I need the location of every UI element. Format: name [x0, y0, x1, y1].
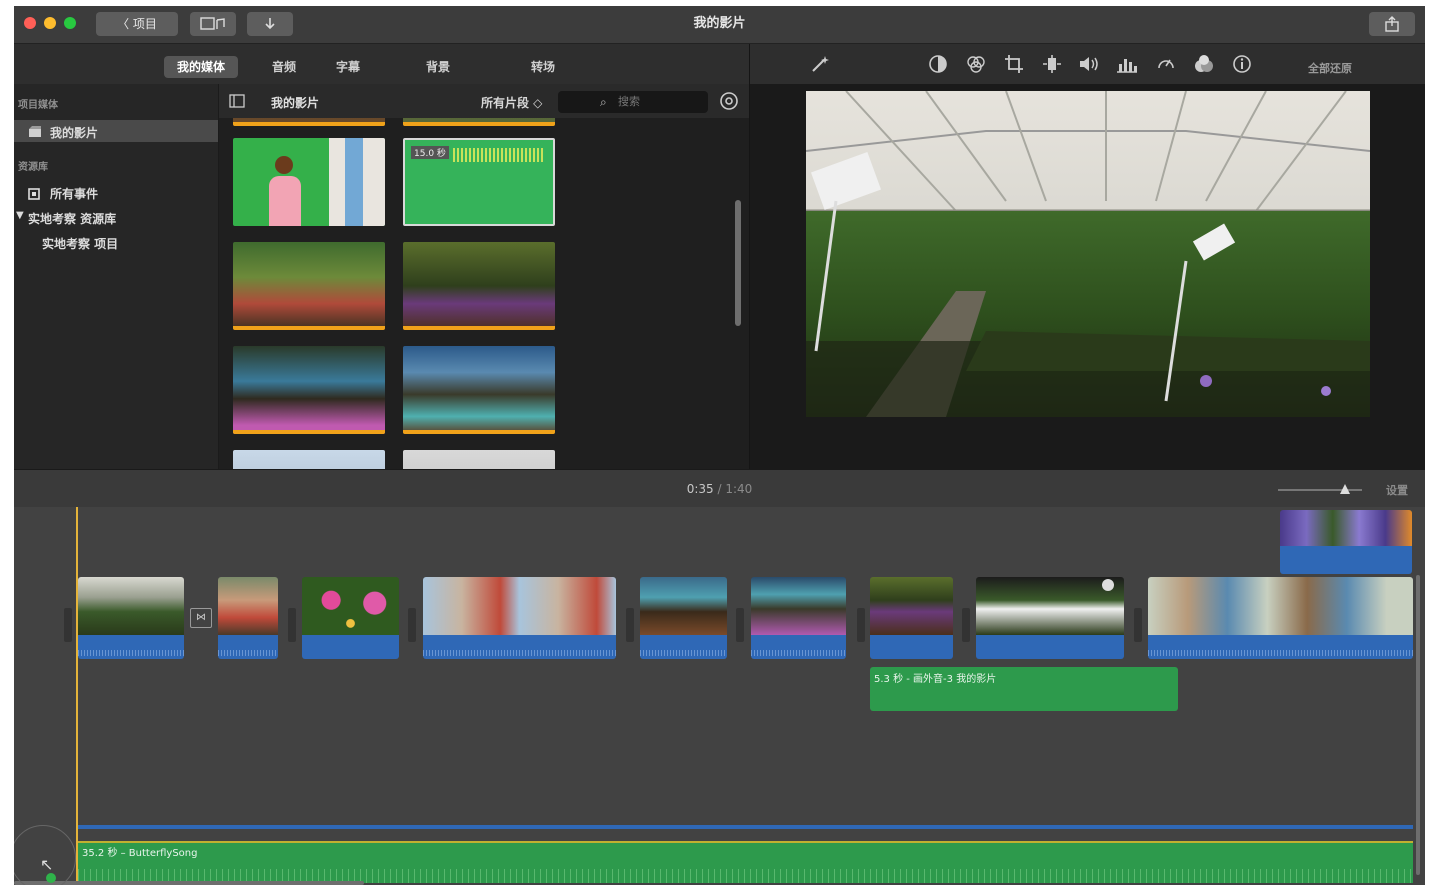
media-clip-planting[interactable]	[403, 242, 555, 330]
timeline-scrollbar[interactable]	[1416, 575, 1420, 875]
sidebar-toggle-icon[interactable]	[229, 94, 245, 108]
transition-marker[interactable]	[1134, 608, 1142, 642]
transition-marker[interactable]	[626, 608, 634, 642]
media-clip-thumbnail[interactable]	[403, 450, 555, 469]
media-clip-group[interactable]	[233, 242, 385, 330]
tab-audio[interactable]: 音频	[266, 56, 302, 78]
voiceover-audio-clip[interactable]: 5.3 秒 - 画外音-3 我的影片	[870, 667, 1178, 711]
add-badge-icon	[46, 873, 56, 883]
media-clip-thumbnail[interactable]	[233, 450, 385, 469]
music-track-line	[78, 825, 1413, 829]
media-clip-boots[interactable]	[403, 346, 555, 434]
timeline-clip[interactable]	[218, 577, 278, 659]
time-separator: /	[717, 482, 722, 496]
search-field[interactable]: ⌕ 搜索	[558, 91, 708, 113]
transition-marker[interactable]	[857, 608, 865, 642]
volume-icon[interactable]	[1078, 54, 1100, 74]
media-clip-green-screen[interactable]	[233, 138, 385, 226]
transition-icon[interactable]: ⋈	[190, 608, 212, 628]
clip-duration-badge: 15.0 秒	[411, 146, 449, 159]
background-music-clip[interactable]: 35.2 秒 – ButterflySong	[78, 841, 1413, 883]
viewer-frame-greenhouse	[806, 91, 1370, 417]
timeline-clip[interactable]	[640, 577, 727, 659]
project-media-header: 项目媒体	[18, 100, 58, 111]
imovie-window: 〈 项目 我的影片 我的媒体 音频 字幕 背景 转场 项目媒体 我的影片 资源库…	[14, 6, 1425, 885]
sidebar-item-my-movie[interactable]	[14, 120, 218, 142]
music-clip-label: 35.2 秒 – ButterflySong	[82, 848, 198, 859]
disclosure-triangle-icon[interactable]: ▼	[16, 210, 24, 221]
transition-marker[interactable]	[288, 608, 296, 642]
timecode: 0:35 / 1:40	[14, 482, 1425, 496]
search-icon: ⌕	[600, 95, 607, 109]
cursor-pointer-icon: ↖	[40, 855, 54, 874]
media-browser-title: 我的影片	[271, 96, 320, 110]
sidebar-item-all-events[interactable]: 所有事件	[50, 185, 98, 202]
tab-my-media[interactable]: 我的媒体	[164, 56, 238, 78]
color-correction-icon[interactable]	[966, 54, 986, 74]
timeline-cutaway-clip[interactable]	[1280, 510, 1412, 574]
equalizer-icon[interactable]	[1116, 54, 1138, 74]
total-time: 1:40	[725, 482, 753, 496]
timeline-clip[interactable]	[870, 577, 953, 659]
color-balance-icon[interactable]	[928, 54, 948, 74]
info-icon[interactable]	[1232, 54, 1252, 74]
tab-titles[interactable]: 字幕	[330, 56, 366, 78]
current-time: 0:35	[686, 482, 714, 496]
transition-marker[interactable]	[962, 608, 970, 642]
clip-filter-select[interactable]: 所有片段 ◇	[481, 94, 542, 111]
viewer	[750, 84, 1425, 469]
browser-tab-bar: 我的媒体 音频 字幕 背景 转场	[14, 44, 749, 84]
crop-icon[interactable]	[1004, 54, 1024, 74]
zoom-slider[interactable]	[1278, 484, 1362, 494]
search-placeholder: 搜索	[618, 95, 640, 108]
settings-gear-icon[interactable]	[719, 91, 739, 111]
media-browser: 15.0 秒	[219, 118, 749, 469]
magic-wand-icon[interactable]	[810, 54, 830, 74]
transition-marker[interactable]	[64, 608, 72, 642]
media-scrollbar[interactable]	[735, 200, 741, 326]
timeline-clip[interactable]	[1148, 577, 1413, 659]
share-button[interactable]	[1369, 12, 1415, 36]
timeline: ⋈ 5.3 秒 - 画外音-3 我的影片 35.2 秒 – ButterflyS…	[14, 507, 1425, 885]
voiceover-clip-label: 5.3 秒 - 画外音-3 我的影片	[874, 674, 997, 685]
share-icon	[1385, 16, 1399, 32]
media-clip-flowers[interactable]	[233, 346, 385, 434]
libraries-header: 资源库	[18, 162, 48, 173]
timeline-header: 0:35 / 1:40 设置	[14, 469, 1425, 508]
libraries-sidebar: 项目媒体 我的影片 资源库 所有事件 ▼ 实地考察 资源库 实地考察 项目	[14, 84, 219, 469]
all-events-icon	[28, 188, 40, 200]
timeline-clip[interactable]	[976, 577, 1124, 659]
viewer-toolbar: 全部还原	[750, 44, 1425, 84]
transition-marker[interactable]	[736, 608, 744, 642]
sidebar-item-library-project[interactable]: 实地考察 项目	[42, 235, 118, 252]
sidebar-item-label: 我的影片	[50, 126, 99, 140]
timeline-clip[interactable]	[423, 577, 616, 659]
title-bar: 〈 项目 我的影片	[14, 6, 1425, 44]
media-clip-thumbnail[interactable]	[403, 118, 555, 126]
reset-all-button[interactable]: 全部还原	[1308, 60, 1352, 76]
window-title: 我的影片	[693, 16, 746, 31]
clip-filter-icon[interactable]	[1194, 54, 1214, 74]
timeline-clip[interactable]	[751, 577, 846, 659]
tab-backgrounds[interactable]: 背景	[420, 56, 456, 78]
speed-icon[interactable]	[1156, 54, 1176, 74]
timeline-settings-button[interactable]: 设置	[1386, 482, 1408, 498]
media-clip-green-audio[interactable]: 15.0 秒	[403, 138, 555, 226]
film-icon	[29, 126, 41, 137]
transition-marker[interactable]	[408, 608, 416, 642]
timeline-clip[interactable]	[78, 577, 184, 659]
timeline-clip[interactable]	[302, 577, 399, 659]
timeline-horizontal-scrollbar[interactable]	[14, 881, 364, 885]
zoom-slider-knob[interactable]	[1340, 484, 1350, 494]
sidebar-item-library[interactable]: 实地考察 资源库	[28, 210, 116, 227]
media-clip-thumbnail[interactable]	[233, 118, 385, 126]
playhead[interactable]	[76, 507, 78, 881]
clip-options-icon[interactable]	[1102, 579, 1114, 591]
tab-transitions[interactable]: 转场	[525, 56, 561, 78]
stabilization-icon[interactable]	[1042, 54, 1062, 74]
